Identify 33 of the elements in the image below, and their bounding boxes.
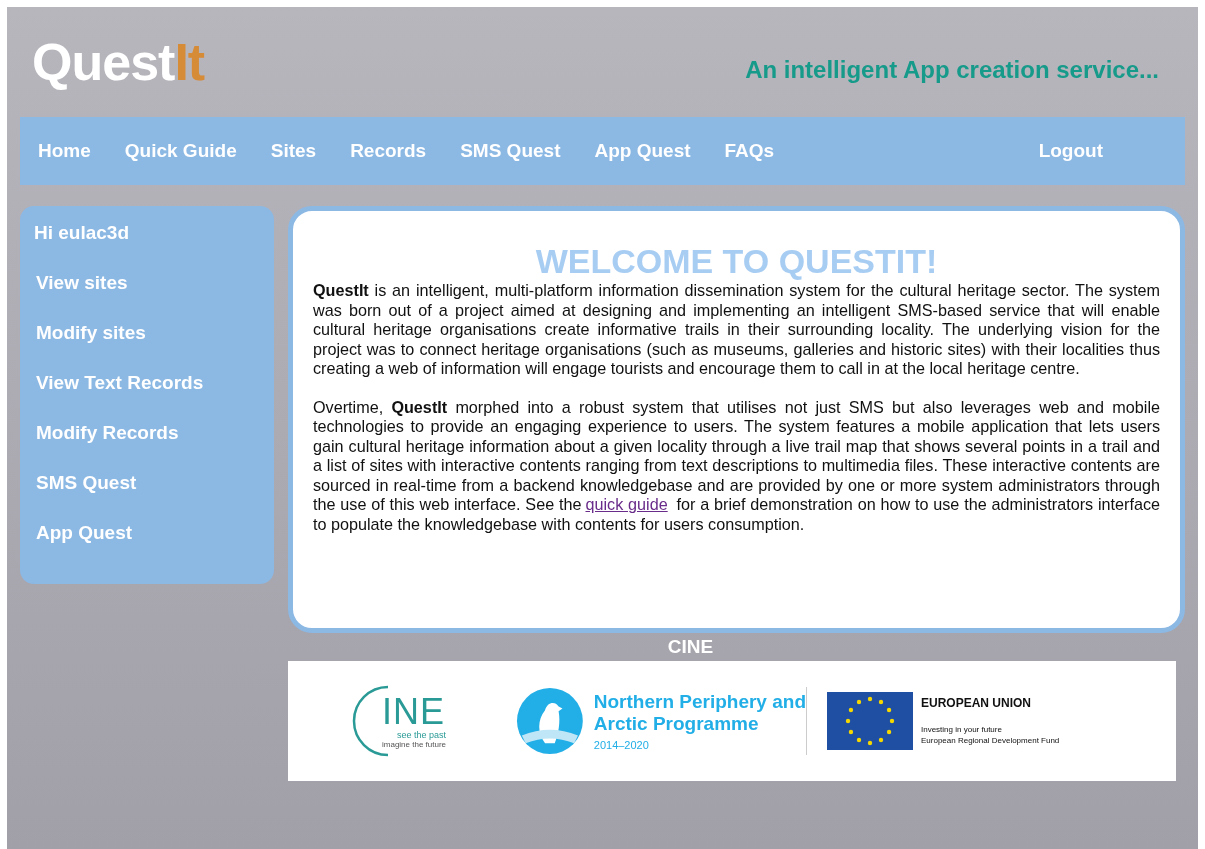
nav-link[interactable]: SMS Quest (460, 140, 561, 162)
paragraph: Overtime, QuestIt morphed into a robust system that utilises not just SMS but also leverages web and mobile technologies to provide an engaging experience to users. The system features a mobile application that lets users gain cultural heritage information about a given locality through a live trail map that shows several points in a trail and a list of sites with interactive contents ranging from text descriptions to multimedia files. These interactive contents are sourced in real-time from a backend knowledgebase and are provided by one or more system administrators through the use of this web interface. See the quick guide for a brief demonstration on how to use the administrators interface to populate the knowledgebase with contents for users consumption. (313, 397, 1160, 534)
sidebar-link[interactable]: App Quest (36, 522, 260, 544)
site-logo: QuestIt (32, 32, 205, 92)
nav-link[interactable]: Quick Guide (124, 140, 237, 162)
sidebar-link[interactable]: Modify sites (36, 322, 260, 344)
logout-link[interactable]: Logout (1038, 140, 1103, 162)
eu-name: EUROPEAN UNION (921, 696, 1032, 710)
welcome-heading: WELCOME TO QUESTIT! (534, 241, 939, 281)
nav-link[interactable]: Home (38, 140, 91, 162)
nav-link[interactable]: Records (350, 140, 427, 162)
cine-logo-text: INE (382, 693, 446, 730)
logo-slogan: see the past (396, 729, 447, 740)
greeting: Hi eulac3d (34, 222, 131, 244)
programme-years: 2014–2020 (593, 739, 650, 751)
bird-logo-icon (516, 686, 584, 756)
sidebar-link[interactable]: View sites (36, 272, 260, 294)
programme-name: Arctic Programme (593, 713, 760, 735)
nav-link[interactable]: Sites (270, 140, 317, 162)
nav-link[interactable]: FAQs (724, 140, 775, 162)
eu-slogan: Investing in your future (921, 724, 1003, 735)
nav-link[interactable]: App Quest (594, 140, 691, 162)
eu-flag-icon (827, 692, 913, 750)
programme-name: Northern Periphery and (593, 691, 806, 713)
sidebar-link[interactable]: Modify Records (36, 422, 260, 444)
sidebar-link[interactable]: View Text Records (36, 372, 260, 394)
eu-fund-name: European Regional Development Fund (921, 735, 1060, 746)
tagline: An intelligent App creation service... (745, 56, 1159, 84)
footer-label: CINE (666, 636, 715, 658)
paragraph: QuestIt is an intelligent, multi-platform information dissemination system for the cultural heritage sector. The system was born out of a project aimed at designing and implementing an intelligent SMS-based service that will enable cultural heritage organisations create informative trails in their surrounding locality. The underlying vision for the project was to connect heritage organisations (such as museums, galleries and historic sites) with their localities thus creating a web of information will engage tourists and encourage them to call in at the local heritage centre. (313, 281, 1160, 379)
quick-guide-link[interactable]: quick guide (585, 495, 668, 513)
sidebar-link[interactable]: SMS Quest (36, 472, 260, 494)
logo-slogan: imagine the future (382, 739, 447, 749)
